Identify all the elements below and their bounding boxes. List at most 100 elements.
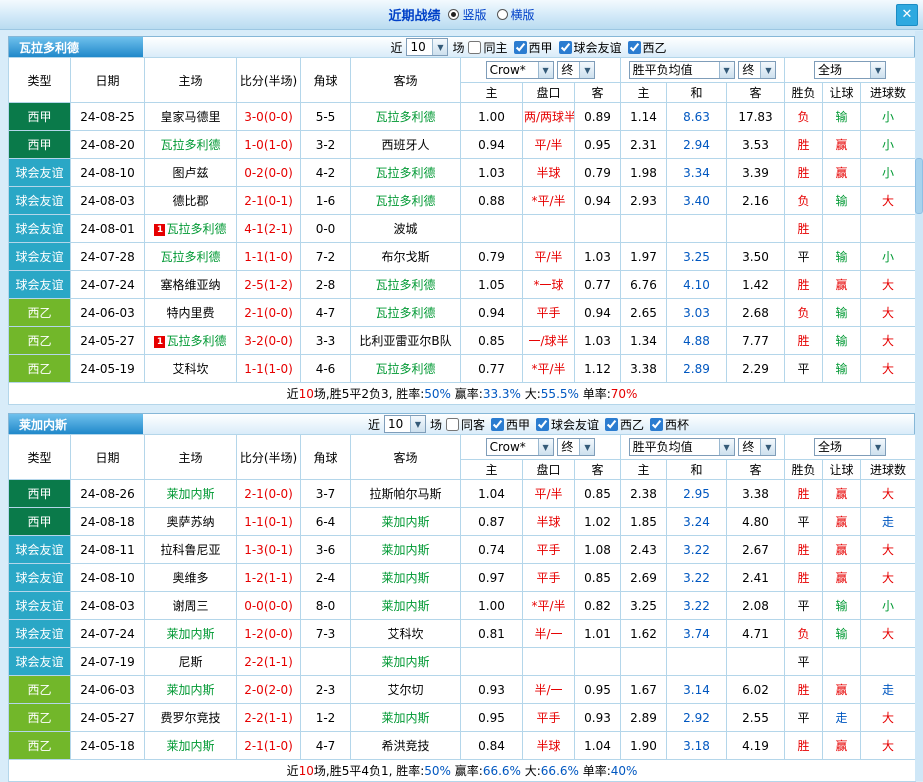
red-card-badge: 1 <box>154 224 166 236</box>
handicap-result: 赢 <box>822 507 862 536</box>
avg-draw: 8.63 <box>666 102 727 131</box>
checkbox-input[interactable] <box>627 40 641 54</box>
avg-away: 7.77 <box>725 326 786 355</box>
checkbox-input[interactable] <box>536 417 549 431</box>
match-row: 西乙 24-05-18 莱加内斯 2-1(1-0) 4-7 希洪竞技 0.84 半球 1.04 1… <box>8 731 917 760</box>
team-label: 奥萨苏纳 <box>166 515 215 529</box>
handicap: *平/半 <box>522 354 575 383</box>
league-badge: 西甲 <box>8 102 71 131</box>
team-label: 波城 <box>393 222 418 236</box>
match-row: 球会友谊 24-08-03 谢周三 0-0(0-0) 8-0 莱加内斯 1.00 *平/半 0.… <box>8 591 917 620</box>
score: 3-2(0-0) <box>236 326 301 355</box>
odds-filter-cell: Crow* ▼ 终 ▼ <box>460 434 621 460</box>
handicap: *平/半 <box>522 591 575 620</box>
avg-away: 6.02 <box>725 675 786 704</box>
col-header-result: 胜负 <box>784 82 824 103</box>
scrollbar-track[interactable] <box>915 31 923 781</box>
avg-away <box>725 647 786 676</box>
league-badge: 球会友谊 <box>8 563 71 592</box>
checkbox-input[interactable] <box>605 417 619 431</box>
col-header-handicap: 盘口 <box>522 82 575 103</box>
summary-segment: 55.5% <box>540 387 579 401</box>
team-label: 莱加内斯 <box>381 543 430 557</box>
chevron-down-icon: ▼ <box>718 62 734 78</box>
league-filter-checkbox[interactable]: 西甲 <box>513 39 553 56</box>
games-count-select[interactable]: 10 ▼ <box>383 415 426 433</box>
avg-away: 1.42 <box>725 270 786 299</box>
handicap-result: 输 <box>822 242 862 271</box>
avg-time-select[interactable]: 终 ▼ <box>738 61 777 79</box>
checkbox-input[interactable] <box>558 40 572 54</box>
checkbox-input[interactable] <box>468 40 482 54</box>
avg-away: 2.29 <box>725 354 786 383</box>
odds-time-select[interactable]: 终 ▼ <box>557 438 596 456</box>
summary-text: 近10场,胜5平4负1, 胜率:50% 赢率:66.6% 大:66.6% 单率:… <box>7 759 917 782</box>
goals-result: 大 <box>860 563 917 592</box>
league-filter-checkbox[interactable]: 球会友谊 <box>536 416 599 433</box>
scrollbar-thumb[interactable] <box>915 158 923 214</box>
odds-company-value: Crow* <box>489 63 526 77</box>
league-filter-checkbox[interactable]: 同客 <box>445 416 485 433</box>
avg-time-select[interactable]: 终 ▼ <box>738 438 777 456</box>
col-header-avg-home: 主 <box>620 459 667 480</box>
team-section: 瓦拉多利德 近 10 ▼ 场 同主 西甲 球会友谊 西乙 类型 日期 主场 比分… <box>7 36 917 405</box>
chevron-down-icon: ▼ <box>870 439 886 455</box>
odds-company-select[interactable]: Crow* ▼ <box>485 61 554 79</box>
score: 2-0(2-0) <box>236 675 301 704</box>
scope-value: 全场 <box>818 440 843 454</box>
avg-away: 3.38 <box>725 479 786 508</box>
league-filter-checkbox[interactable]: 球会友谊 <box>558 39 622 56</box>
away-team: 瓦拉多利德 <box>350 298 461 327</box>
games-suffix: 场 <box>452 40 465 55</box>
league-filter-checkbox[interactable]: 西杯 <box>650 416 689 433</box>
checkbox-input[interactable] <box>513 40 527 54</box>
home-team: 瓦拉多利德 <box>144 130 237 159</box>
goals-result: 小 <box>860 102 917 131</box>
league-badge: 球会友谊 <box>8 270 71 299</box>
avg-draw: 3.22 <box>666 591 727 620</box>
avg-type-select[interactable]: 胜平负均值 ▼ <box>628 438 735 456</box>
league-filter-checkbox[interactable]: 同主 <box>468 39 508 56</box>
odds-home <box>460 647 523 676</box>
odds-away: 0.79 <box>574 158 621 187</box>
scope-filter-cell: 全场 ▼ <box>784 434 917 460</box>
checkbox-input[interactable] <box>650 417 664 431</box>
version-radio[interactable]: 横版 <box>496 6 535 23</box>
avg-away: 3.50 <box>725 242 786 271</box>
handicap: 平手 <box>522 563 575 592</box>
corners: 3-3 <box>300 326 351 355</box>
corners: 4-6 <box>300 354 351 383</box>
odds-home: 1.03 <box>460 158 523 187</box>
col-header-date: 日期 <box>70 434 145 480</box>
odds-home: 0.74 <box>460 535 523 564</box>
team-label: 西班牙人 <box>381 138 430 152</box>
handicap: 平手 <box>522 535 575 564</box>
league-filter-checkbox[interactable]: 西乙 <box>627 39 667 56</box>
red-card-badge: 1 <box>154 336 166 348</box>
section-controls: 近 10 ▼ 场 同主 西甲 球会友谊 西乙 <box>143 37 914 57</box>
team-label: 瓦拉多利德 <box>375 362 436 376</box>
away-team: 瓦拉多利德 <box>350 354 461 383</box>
score: 1-1(1-0) <box>236 242 301 271</box>
games-count-select[interactable]: 10 ▼ <box>406 38 449 56</box>
odds-time-select[interactable]: 终 ▼ <box>557 61 596 79</box>
team-label: 皇家马德里 <box>160 110 221 124</box>
goals-result: 大 <box>860 619 917 648</box>
checkbox-input[interactable] <box>445 417 459 431</box>
home-team: 皇家马德里 <box>144 102 237 131</box>
odds-company-select[interactable]: Crow* ▼ <box>485 438 554 456</box>
league-filter-checkbox[interactable]: 西甲 <box>490 416 530 433</box>
team-label: 德比郡 <box>172 194 209 208</box>
version-radio[interactable]: 竖版 <box>448 6 487 23</box>
team-label: 瓦拉多利德 <box>160 138 221 152</box>
chevron-down-icon: ▼ <box>579 439 595 455</box>
league-badge: 西乙 <box>8 675 71 704</box>
avg-type-select[interactable]: 胜平负均值 ▼ <box>628 61 735 79</box>
goals-result <box>860 647 917 676</box>
league-filter-checkbox[interactable]: 西乙 <box>605 416 644 433</box>
matches-table: 类型 日期 主场 比分(半场) 角球 客场 Crow* ▼ 终 ▼ 胜平负均值 … <box>7 434 917 782</box>
checkbox-input[interactable] <box>490 417 504 431</box>
scope-select[interactable]: 全场 ▼ <box>814 61 887 79</box>
scope-select[interactable]: 全场 ▼ <box>814 438 887 456</box>
close-button[interactable]: ✕ <box>896 4 918 26</box>
